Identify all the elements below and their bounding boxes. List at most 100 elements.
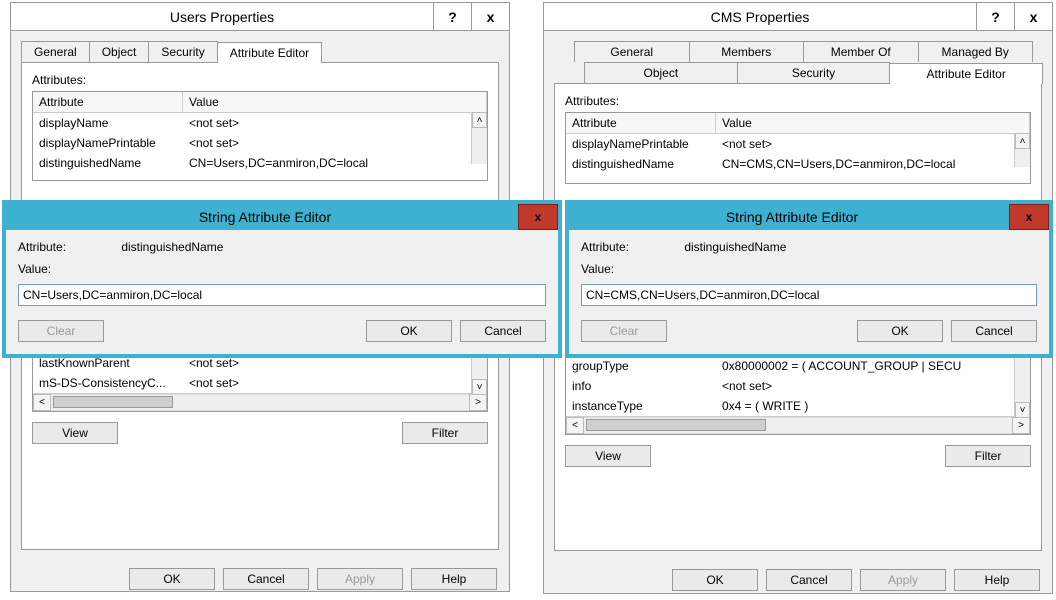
vertical-scrollbar[interactable]: ˅ <box>471 353 487 395</box>
column-header-value[interactable]: Value <box>183 92 487 112</box>
tab-general[interactable]: General <box>574 41 690 62</box>
string-attribute-editor-dialog: String Attribute Editor x Attribute: dis… <box>2 200 562 358</box>
dialog-title: String Attribute Editor <box>575 209 1009 225</box>
ok-button[interactable]: OK <box>129 568 215 590</box>
tab-members[interactable]: Members <box>689 41 805 62</box>
value-cell: <not set> <box>716 135 1030 153</box>
filter-button[interactable]: Filter <box>402 422 488 444</box>
attributes-label: Attributes: <box>32 73 488 87</box>
cancel-button[interactable]: Cancel <box>223 568 309 590</box>
attribute-cell: distinguishedName <box>33 154 183 172</box>
cancel-button[interactable]: Cancel <box>951 320 1037 342</box>
attributes-grid-bottom[interactable]: groupType0x80000002 = ( ACCOUNT_GROUP | … <box>565 356 1031 435</box>
ok-button[interactable]: OK <box>672 569 758 591</box>
dialog-titlebar[interactable]: String Attribute Editor x <box>6 204 558 230</box>
attribute-label: Attribute: <box>18 240 118 254</box>
close-icon[interactable]: x <box>1009 204 1049 230</box>
attribute-cell: distinguishedName <box>566 155 716 173</box>
horizontal-scrollbar[interactable]: < > <box>33 393 487 411</box>
table-row[interactable]: distinguishedNameCN=CMS,CN=Users,DC=anmi… <box>566 154 1030 174</box>
attribute-cell: instanceType <box>566 397 716 415</box>
column-header-attribute[interactable]: Attribute <box>33 92 183 112</box>
tab-security[interactable]: Security <box>148 41 217 62</box>
attribute-cell: groupType <box>566 357 716 375</box>
tab-attribute-editor[interactable]: Attribute Editor <box>889 63 1043 84</box>
close-icon[interactable]: x <box>518 204 558 230</box>
titlebar[interactable]: CMS Properties ? x <box>544 3 1052 31</box>
tab-strip-row1: General Members Member Of Managed By <box>574 41 1032 62</box>
horizontal-scrollbar[interactable]: < > <box>566 416 1030 434</box>
attributes-grid[interactable]: Attribute Value displayNamePrintable<not… <box>565 112 1031 184</box>
clear-button[interactable]: Clear <box>18 320 104 342</box>
scroll-left-icon[interactable]: < <box>33 394 51 411</box>
value-cell: <not set> <box>183 134 487 152</box>
view-button[interactable]: View <box>32 422 118 444</box>
tab-general[interactable]: General <box>21 41 90 62</box>
close-button[interactable]: x <box>1014 3 1052 30</box>
scroll-right-icon[interactable]: > <box>1012 417 1030 434</box>
value-cell: 0x4 = ( WRITE ) <box>716 397 1030 415</box>
column-header-attribute[interactable]: Attribute <box>566 113 716 133</box>
window-title: Users Properties <box>11 9 433 25</box>
tab-strip-row2: Object Security Attribute Editor <box>584 62 1042 83</box>
apply-button[interactable]: Apply <box>317 568 403 590</box>
vertical-scrollbar[interactable]: ˅ <box>1014 356 1030 418</box>
scroll-up-icon[interactable]: ˄ <box>472 112 487 128</box>
vertical-scrollbar[interactable]: ˄ <box>1014 133 1030 167</box>
attribute-name: distinguishedName <box>121 240 223 254</box>
help-button[interactable]: Help <box>954 569 1040 591</box>
attributes-grid-bottom[interactable]: lastKnownParent<not set>mS-DS-Consistenc… <box>32 353 488 412</box>
attributes-grid[interactable]: Attribute Value displayName<not set>disp… <box>32 91 488 181</box>
table-row[interactable]: mS-DS-ConsistencyC...<not set> <box>33 373 487 393</box>
ok-button[interactable]: OK <box>366 320 452 342</box>
dialog-titlebar[interactable]: String Attribute Editor x <box>569 204 1049 230</box>
tab-managed-by[interactable]: Managed By <box>918 41 1034 62</box>
attribute-name: distinguishedName <box>684 240 786 254</box>
scroll-right-icon[interactable]: > <box>469 394 487 411</box>
help-button[interactable]: ? <box>433 3 471 30</box>
table-row[interactable]: displayName<not set> <box>33 113 487 133</box>
table-row[interactable]: instanceType0x4 = ( WRITE ) <box>566 396 1030 416</box>
attribute-cell: displayNamePrintable <box>33 134 183 152</box>
table-row[interactable]: distinguishedNameCN=Users,DC=anmiron,DC=… <box>33 153 487 173</box>
tab-attribute-editor[interactable]: Attribute Editor <box>217 42 322 63</box>
attribute-cell: info <box>566 377 716 395</box>
help-button[interactable]: Help <box>411 568 497 590</box>
attribute-label: Attribute: <box>581 240 681 254</box>
clear-button[interactable]: Clear <box>581 320 667 342</box>
scroll-down-icon[interactable]: ˅ <box>472 379 487 395</box>
titlebar[interactable]: Users Properties ? x <box>11 3 509 31</box>
table-row[interactable]: groupType0x80000002 = ( ACCOUNT_GROUP | … <box>566 356 1030 376</box>
tab-security[interactable]: Security <box>737 62 891 83</box>
tab-strip: General Object Security Attribute Editor <box>21 41 499 62</box>
tab-object[interactable]: Object <box>584 62 738 83</box>
table-row[interactable]: info<not set> <box>566 376 1030 396</box>
value-cell: CN=Users,DC=anmiron,DC=local <box>183 154 487 172</box>
value-cell: CN=CMS,CN=Users,DC=anmiron,DC=local <box>716 155 1030 173</box>
value-input[interactable] <box>581 284 1037 306</box>
cancel-button[interactable]: Cancel <box>460 320 546 342</box>
value-cell: 0x80000002 = ( ACCOUNT_GROUP | SECU <box>716 357 1030 375</box>
dialog-title: String Attribute Editor <box>12 209 518 225</box>
vertical-scrollbar[interactable]: ˄ <box>471 112 487 164</box>
help-button[interactable]: ? <box>976 3 1014 30</box>
attribute-cell: mS-DS-ConsistencyC... <box>33 374 183 392</box>
tab-object[interactable]: Object <box>89 41 150 62</box>
tab-member-of[interactable]: Member Of <box>803 41 919 62</box>
value-label: Value: <box>18 262 546 276</box>
table-row[interactable]: displayNamePrintable<not set> <box>566 134 1030 154</box>
filter-button[interactable]: Filter <box>945 445 1031 467</box>
column-header-value[interactable]: Value <box>716 113 1030 133</box>
view-button[interactable]: View <box>565 445 651 467</box>
attribute-cell: displayNamePrintable <box>566 135 716 153</box>
apply-button[interactable]: Apply <box>860 569 946 591</box>
scroll-down-icon[interactable]: ˅ <box>1015 402 1030 418</box>
ok-button[interactable]: OK <box>857 320 943 342</box>
cancel-button[interactable]: Cancel <box>766 569 852 591</box>
table-row[interactable]: displayNamePrintable<not set> <box>33 133 487 153</box>
value-cell: <not set> <box>716 377 1030 395</box>
value-input[interactable] <box>18 284 546 306</box>
scroll-left-icon[interactable]: < <box>566 417 584 434</box>
close-button[interactable]: x <box>471 3 509 30</box>
scroll-up-icon[interactable]: ˄ <box>1015 133 1030 149</box>
